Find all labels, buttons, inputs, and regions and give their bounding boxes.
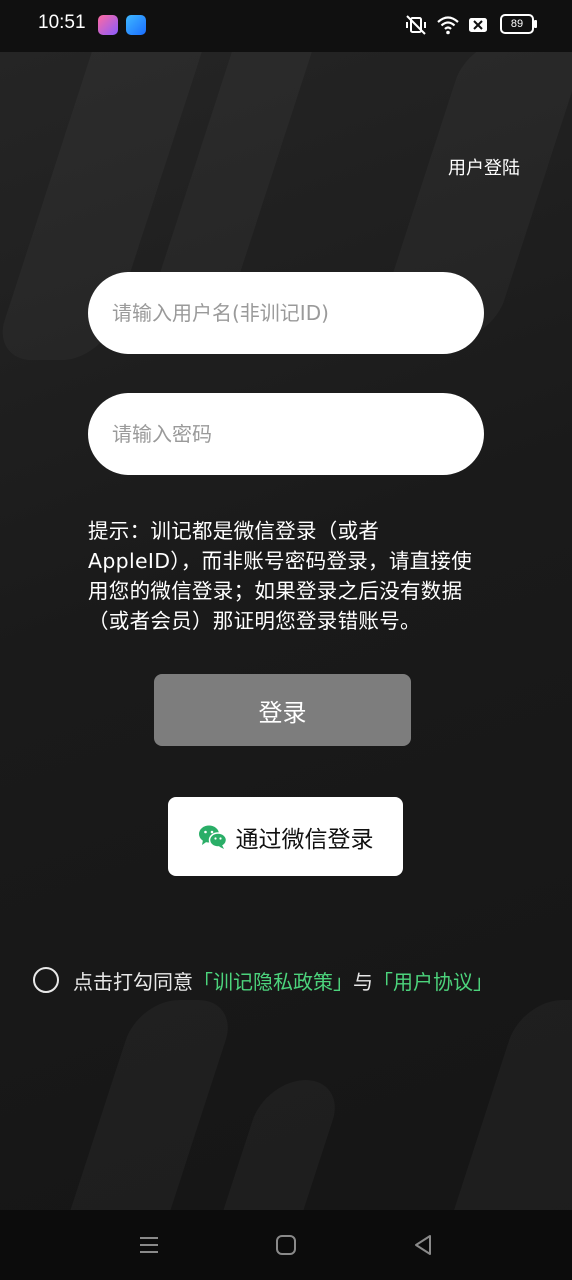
app-icon-blue (126, 15, 146, 35)
password-input[interactable] (88, 393, 484, 475)
vibrate-off-icon (404, 14, 428, 40)
agreement-checkbox[interactable] (33, 967, 59, 993)
sim-off-icon (468, 14, 488, 40)
user-login-link[interactable]: 用户登陆 (448, 154, 520, 180)
status-bar: 10:51 89 (0, 0, 572, 52)
wifi-icon (436, 14, 460, 40)
menu-icon[interactable] (138, 1234, 160, 1260)
wechat-login-button[interactable]: 通过微信登录 (168, 797, 403, 876)
login-button[interactable]: 登录 (154, 674, 411, 746)
user-agreement-link[interactable]: 「用户协议」 (373, 966, 493, 995)
battery-icon: 89 (500, 14, 537, 34)
login-hint-text: 提示：训记都是微信登录（或者AppleID），而非账号密码登录，请直接使用您的微… (88, 519, 473, 633)
username-input[interactable] (88, 272, 484, 354)
back-icon[interactable] (412, 1234, 434, 1260)
home-icon[interactable] (275, 1234, 297, 1260)
status-time: 10:51 (38, 12, 86, 33)
status-icons: 89 (404, 14, 537, 40)
privacy-policy-link[interactable]: 「训记隐私政策」 (193, 966, 353, 995)
agreement-prefix: 点击打勾同意 (73, 969, 193, 994)
agreement-row: 点击打勾同意 「训记隐私政策」 与 「用户协议」 (33, 965, 493, 995)
background (0, 0, 572, 1280)
system-nav-bar (0, 1210, 572, 1280)
wechat-login-label: 通过微信登录 (235, 826, 374, 853)
agreement-joiner: 与 (353, 969, 373, 994)
app-icon-pink (98, 15, 118, 35)
wechat-icon (198, 824, 228, 850)
